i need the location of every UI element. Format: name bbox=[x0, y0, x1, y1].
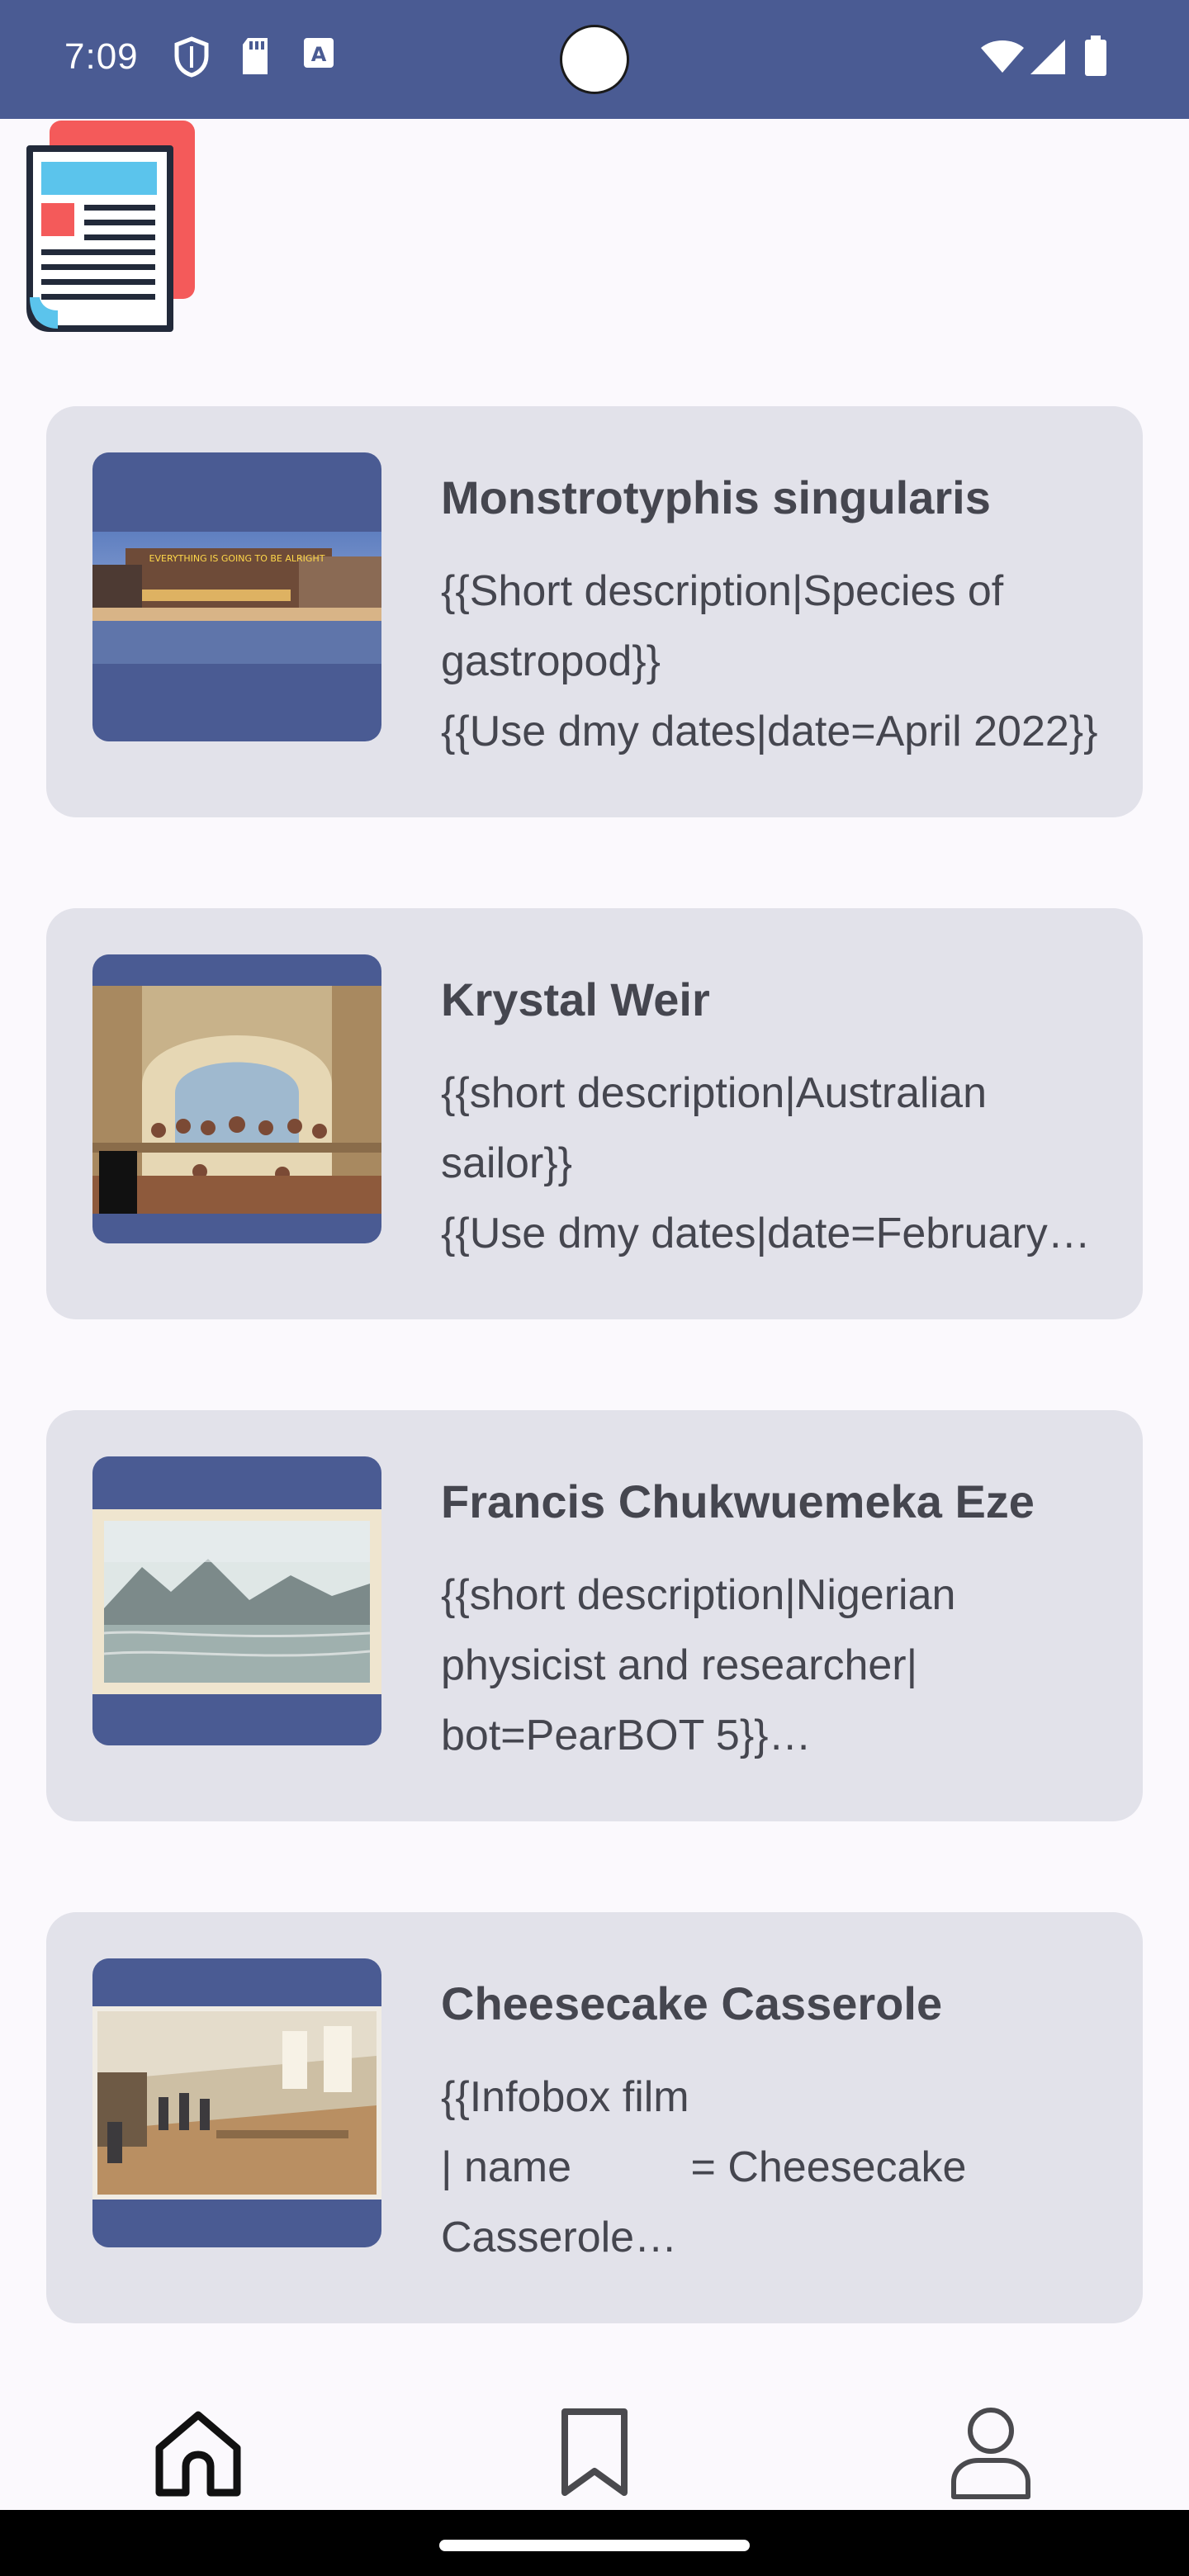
system-gesture-bar bbox=[0, 2510, 1189, 2576]
person-icon bbox=[951, 2408, 1030, 2499]
nav-saved[interactable] bbox=[545, 2403, 644, 2502]
article-title: Krystal Weir bbox=[441, 973, 710, 1025]
article-description: {{Short description|Species of gastropod… bbox=[441, 567, 1098, 755]
bottom-navigation bbox=[0, 2378, 1189, 2510]
thumbnail-caption: EVERYTHING IS GOING TO BE ALRIGHT bbox=[149, 553, 325, 564]
battery-icon bbox=[1085, 36, 1106, 76]
svg-text:A: A bbox=[311, 43, 327, 66]
wifi-icon bbox=[981, 40, 1024, 73]
article-card[interactable]: EVERYTHING IS GOING TO BE ALRIGHT Monstr… bbox=[46, 406, 1143, 817]
article-card[interactable]: Krystal Weir {{short description|Austral… bbox=[46, 908, 1143, 1319]
nav-profile[interactable] bbox=[941, 2403, 1040, 2502]
screen: 7:09 A EVERYTHING IS GOING TO BE ALRIGHT… bbox=[0, 0, 1189, 2576]
keyboard-a-icon: A bbox=[304, 38, 334, 68]
home-icon bbox=[155, 2411, 241, 2497]
article-title: Monstrotyphis singularis bbox=[441, 471, 991, 523]
shield-icon bbox=[174, 36, 209, 78]
article-description: {{short description|Australian sailor}} … bbox=[441, 1069, 1048, 1257]
newspaper-icon bbox=[26, 121, 195, 332]
gesture-handle[interactable] bbox=[439, 2540, 750, 2551]
article-thumbnail bbox=[92, 1456, 381, 1745]
article-thumbnail bbox=[92, 1958, 381, 2247]
camera-cutout bbox=[560, 25, 629, 94]
nav-home[interactable] bbox=[149, 2403, 248, 2502]
status-time: 7:09 bbox=[64, 36, 139, 77]
article-thumbnail: EVERYTHING IS GOING TO BE ALRIGHT bbox=[92, 452, 381, 741]
article-title: Francis Chukwuemeka Eze bbox=[441, 1475, 1035, 1527]
status-bar: 7:09 A bbox=[0, 0, 1189, 119]
article-card[interactable]: Francis Chukwuemeka Eze {{short descript… bbox=[46, 1410, 1143, 1821]
signal-icon bbox=[1030, 40, 1065, 74]
article-description: {{Infobox film | name = Cheesecake Casse… bbox=[441, 2073, 967, 2261]
article-title: Cheesecake Casserole bbox=[441, 1977, 943, 2029]
article-thumbnail bbox=[92, 954, 381, 1243]
article-description: {{short description|Nigerian physicist a… bbox=[441, 1571, 956, 1759]
sd-card-icon bbox=[243, 38, 268, 74]
article-card[interactable]: Cheesecake Casserole {{Infobox film | na… bbox=[46, 1912, 1143, 2323]
bookmark-icon bbox=[561, 2408, 628, 2496]
